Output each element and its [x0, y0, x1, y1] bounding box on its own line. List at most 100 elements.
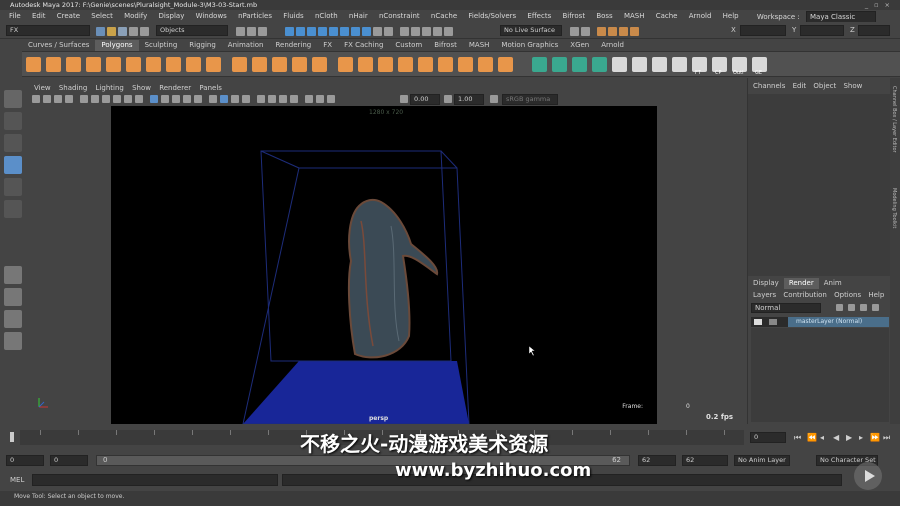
step-back-frame-icon[interactable]: ◂ [820, 433, 824, 442]
multi-cut-icon[interactable] [438, 57, 453, 72]
panel-menu-view[interactable]: View [34, 83, 51, 93]
layer-row[interactable]: masterLayer (Normal) [751, 317, 889, 327]
select-by-render-icon[interactable] [351, 27, 360, 36]
step-forward-frame-icon[interactable]: ▸ [859, 433, 863, 442]
textured-icon[interactable] [183, 95, 191, 103]
undo-icon[interactable] [129, 27, 138, 36]
film-gate-icon[interactable] [91, 95, 99, 103]
svg-icon[interactable] [206, 57, 221, 72]
gate-mask-icon[interactable] [113, 95, 121, 103]
ipr-render-icon[interactable] [619, 27, 628, 36]
gamma-dial-icon[interactable] [444, 95, 452, 103]
menu-mash[interactable]: MASH [624, 10, 645, 22]
camera-attributes-icon[interactable] [43, 95, 51, 103]
cb-menu-object[interactable]: Object [813, 81, 836, 91]
cb-menu-channels[interactable]: Channels [753, 81, 785, 91]
move-tool-icon[interactable] [4, 156, 22, 174]
outliner-layout-icon[interactable] [4, 332, 22, 350]
layer-menu-layers[interactable]: Layers [753, 290, 776, 300]
layer-tab-render[interactable]: Render [783, 278, 819, 289]
field-chart-icon[interactable] [124, 95, 132, 103]
layer-move-up-icon[interactable] [836, 304, 843, 311]
snap-curve-icon[interactable] [411, 27, 420, 36]
y-field[interactable] [800, 25, 844, 36]
shelf-tab-custom[interactable]: Custom [389, 40, 428, 51]
panel-menu-panels[interactable]: Panels [199, 83, 222, 93]
extrude-icon[interactable] [338, 57, 353, 72]
exposure-field[interactable]: 0.00 [410, 94, 440, 105]
playback-start-field[interactable]: 0 [50, 455, 88, 466]
separate-icon[interactable] [252, 57, 267, 72]
layer-move-down-icon[interactable] [848, 304, 855, 311]
cb-menu-show[interactable]: Show [843, 81, 862, 91]
menu-fields-solvers[interactable]: Fields/Solvers [468, 10, 516, 22]
play-forwards-icon[interactable]: ▶ [846, 433, 852, 442]
input-output-icon[interactable] [570, 27, 579, 36]
fill-hole-icon[interactable] [418, 57, 433, 72]
select-by-joint-icon[interactable] [296, 27, 305, 36]
planar-mapping-icon[interactable] [532, 57, 547, 72]
workspace-selector[interactable]: Workspace : Maya Classic [748, 11, 876, 23]
menu-boss[interactable]: Boss [596, 10, 612, 22]
menu-file[interactable]: File [9, 10, 21, 22]
layer-tab-display[interactable]: Display [748, 278, 784, 289]
playback-end-field[interactable]: 62 [638, 455, 676, 466]
redo-icon[interactable] [140, 27, 149, 36]
current-frame-field[interactable]: 0 [750, 432, 786, 443]
poly-pipe-icon[interactable] [166, 57, 181, 72]
panel-menu-renderer[interactable]: Renderer [159, 83, 191, 93]
bookmark-icon[interactable] [54, 95, 62, 103]
menu-select[interactable]: Select [91, 10, 113, 22]
isolate-select-icon[interactable] [305, 95, 313, 103]
xray-components-icon[interactable] [242, 95, 250, 103]
construction-history-icon[interactable] [581, 27, 590, 36]
shelf-tab-bifrost[interactable]: Bifrost [428, 40, 463, 51]
command-language-label[interactable]: MEL [10, 476, 24, 484]
wireframe-on-shaded-icon[interactable] [172, 95, 180, 103]
shelf-tab-polygons[interactable]: Polygons [95, 40, 139, 51]
new-scene-icon[interactable] [96, 27, 105, 36]
step-back-key-icon[interactable]: ⏪ [807, 433, 817, 442]
x-field[interactable] [740, 25, 786, 36]
component-mode-icon[interactable] [258, 27, 267, 36]
render-frame-icon[interactable] [608, 27, 617, 36]
highlight-selection-icon[interactable] [384, 27, 393, 36]
bevel-icon[interactable] [378, 57, 393, 72]
target-weld-icon[interactable] [458, 57, 473, 72]
menu-modify[interactable]: Modify [124, 10, 147, 22]
menu-help[interactable]: Help [723, 10, 739, 22]
hud-icon[interactable] [316, 95, 324, 103]
render-settings-icon[interactable] [597, 27, 606, 36]
shelf-tab-rendering[interactable]: Rendering [269, 40, 317, 51]
poly-plane-icon[interactable] [126, 57, 141, 72]
ambient-occlusion-icon[interactable] [257, 95, 265, 103]
select-by-dynamic-icon[interactable] [340, 27, 349, 36]
snap-grid-icon[interactable] [400, 27, 409, 36]
hierarchy-mode-icon[interactable] [236, 27, 245, 36]
menu-ncache[interactable]: nCache [431, 10, 457, 22]
bridge-icon[interactable] [358, 57, 373, 72]
save-scene-icon[interactable] [118, 27, 127, 36]
object-mode-icon[interactable] [247, 27, 256, 36]
poly-cube-icon[interactable] [46, 57, 61, 72]
new-layer-selected-icon[interactable] [872, 304, 879, 311]
poly-cylinder-icon[interactable] [66, 57, 81, 72]
select-by-handle-icon[interactable] [285, 27, 294, 36]
step-forward-key-icon[interactable]: ⏩ [870, 433, 880, 442]
panel-menu-shading[interactable]: Shading [59, 83, 87, 93]
combine-icon[interactable] [232, 57, 247, 72]
shadows-icon[interactable] [209, 95, 217, 103]
viewport[interactable]: 1280 x 720 persp Frame: [111, 106, 657, 424]
select-mode-dropdown[interactable]: Objects [156, 25, 228, 36]
new-layer-icon[interactable] [860, 304, 867, 311]
snap-point-icon[interactable] [422, 27, 431, 36]
menu-nconstraint[interactable]: nConstraint [379, 10, 420, 22]
end-time-field[interactable]: 62 [682, 455, 728, 466]
quad-draw-icon[interactable] [498, 57, 513, 72]
render-toggle-icon[interactable] [754, 319, 762, 325]
layer-tab-anim[interactable]: Anim [819, 278, 847, 289]
shelf-tab-rigging[interactable]: Rigging [183, 40, 222, 51]
grid-icon[interactable] [80, 95, 88, 103]
poly-disc-icon[interactable] [146, 57, 161, 72]
menuset-dropdown[interactable]: FX [6, 25, 90, 36]
